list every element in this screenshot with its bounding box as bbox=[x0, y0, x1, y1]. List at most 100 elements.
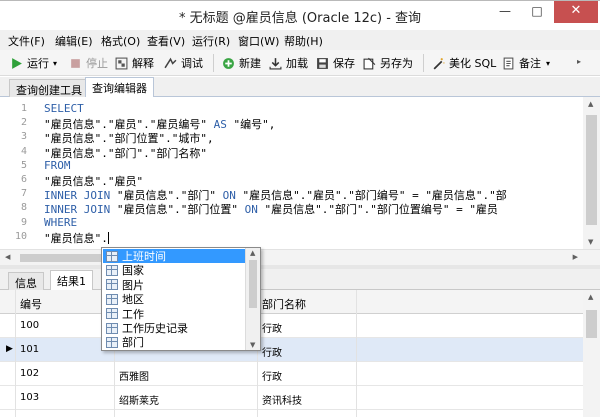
debug-button[interactable]: 调试 bbox=[164, 55, 203, 71]
menu-window[interactable]: 窗口(W) bbox=[238, 33, 279, 49]
table-cell[interactable]: 103 bbox=[20, 392, 39, 403]
table-icon bbox=[106, 308, 118, 320]
notes-label: 备注 bbox=[519, 57, 541, 70]
autocomplete-item[interactable]: 工作历史记录 bbox=[103, 321, 245, 335]
scroll-up-icon[interactable]: ▲ bbox=[588, 293, 593, 301]
toolbar-overflow-icon[interactable]: ▸ bbox=[577, 57, 581, 66]
tab-info[interactable]: 信息 bbox=[8, 272, 44, 290]
new-button[interactable]: 新建 bbox=[222, 55, 261, 71]
scroll-down-icon[interactable]: ▼ bbox=[588, 238, 593, 246]
column-divider bbox=[15, 290, 16, 417]
explain-label: 解释 bbox=[132, 57, 154, 70]
sql-keyword: AS bbox=[213, 118, 227, 132]
scrollbar-thumb[interactable] bbox=[586, 115, 597, 225]
beautify-sql-label: 美化 SQL bbox=[449, 57, 497, 70]
debug-label: 调试 bbox=[181, 57, 203, 70]
column-header-id[interactable]: 编号 bbox=[20, 296, 42, 312]
table-cell[interactable]: 行政 bbox=[262, 320, 282, 335]
code-line[interactable]: FROM bbox=[44, 159, 71, 172]
explain-button[interactable]: 解释 bbox=[115, 55, 154, 71]
autocomplete-item[interactable]: 国家 bbox=[103, 263, 245, 277]
save-as-button[interactable]: 另存为 bbox=[363, 55, 413, 71]
autocomplete-item[interactable]: 部门 bbox=[103, 335, 245, 349]
table-cell[interactable]: 绍斯莱克 bbox=[119, 392, 159, 407]
sql-text: "雇员信息"."雇员"."雇员编号" bbox=[44, 118, 214, 132]
table-cell[interactable]: 资讯科技 bbox=[262, 392, 302, 407]
text-cursor bbox=[107, 231, 109, 244]
menu-edit[interactable]: 编辑(E) bbox=[55, 33, 93, 49]
beautify-sql-button[interactable]: 美化 SQL bbox=[432, 55, 496, 71]
scroll-up-icon[interactable]: ▲ bbox=[588, 100, 593, 108]
editor-horizontal-scrollbar[interactable]: ◀ ▶ bbox=[0, 249, 600, 265]
scroll-left-icon[interactable]: ◀ bbox=[5, 253, 10, 261]
table-cell[interactable]: 101 bbox=[20, 344, 39, 355]
menu-format[interactable]: 格式(O) bbox=[101, 33, 140, 49]
table-row[interactable]: 102 西雅图 行政 bbox=[0, 362, 583, 386]
table-row[interactable]: ▶ 101 行政 bbox=[0, 338, 583, 362]
autocomplete-item[interactable]: 上班时间 bbox=[103, 249, 245, 263]
save-button[interactable]: 保存 bbox=[316, 55, 355, 71]
table-row[interactable]: 104绍斯莱克资讯科技 bbox=[0, 410, 583, 417]
autocomplete-popup: 上班时间 国家 图片 地区 工作 工作历史记录 部门 ▲ ▼ bbox=[101, 247, 261, 351]
sql-keyword: SELECT bbox=[44, 102, 84, 115]
autocomplete-item[interactable]: 图片 bbox=[103, 278, 245, 292]
sql-keyword: ON bbox=[222, 189, 236, 203]
table-icon bbox=[106, 293, 118, 305]
save-as-label: 另存为 bbox=[380, 57, 413, 70]
sql-text: "雇员信息"."部门位置" bbox=[110, 203, 245, 217]
minimize-button[interactable]: — bbox=[490, 1, 520, 23]
stop-button[interactable]: 停止 bbox=[69, 55, 108, 71]
table-cell[interactable]: 100 bbox=[20, 320, 39, 331]
table-row[interactable]: 100 行政 bbox=[0, 314, 583, 338]
autocomplete-item[interactable]: 地区 bbox=[103, 292, 245, 306]
maximize-button[interactable]: □ bbox=[522, 1, 552, 23]
column-header-department[interactable]: 部门名称 bbox=[262, 296, 306, 312]
debug-icon bbox=[164, 57, 177, 68]
scrollbar-thumb[interactable] bbox=[249, 260, 257, 308]
run-button[interactable]: 运行 ▾ bbox=[10, 55, 57, 71]
sql-keyword: WHERE bbox=[44, 215, 78, 229]
sql-text: "雇员信息"."部门" bbox=[110, 189, 223, 203]
scroll-right-icon[interactable]: ▶ bbox=[573, 253, 578, 261]
table-cell[interactable]: 行政 bbox=[262, 344, 282, 359]
menu-help[interactable]: 帮助(H) bbox=[284, 33, 323, 49]
code-line[interactable]: SELECT bbox=[44, 102, 84, 115]
sql-editor[interactable]: 1 2 3 4 5 6 7 8 9 10 SELECT "雇员信息"."雇员"."雇员编号" AS … bbox=[0, 97, 600, 249]
notes-button[interactable]: 备注 ▾ bbox=[502, 55, 550, 71]
editor-vertical-scrollbar[interactable]: ▲ ▼ bbox=[583, 97, 600, 249]
table-cell[interactable]: 行政 bbox=[262, 368, 282, 383]
sql-text: "雇员信息". bbox=[44, 231, 108, 245]
scrollbar-thumb[interactable] bbox=[586, 310, 597, 338]
scroll-down-icon[interactable]: ▼ bbox=[250, 341, 255, 349]
toolbar-separator bbox=[423, 54, 424, 72]
table-cell[interactable]: 西雅图 bbox=[119, 368, 149, 383]
line-number: 7 bbox=[20, 188, 27, 200]
code-line[interactable]: WHERE bbox=[44, 216, 77, 229]
result-tab-bar: 信息 结果1 bbox=[0, 269, 600, 291]
tab-result-1[interactable]: 结果1 bbox=[50, 270, 93, 291]
run-label: 运行 bbox=[27, 57, 49, 70]
current-row-indicator-icon: ▶ bbox=[6, 344, 13, 354]
code-line[interactable]: INNER JOIN "雇员信息"."部门位置" ON "雇员信息"."部门".… bbox=[44, 201, 498, 217]
menu-view[interactable]: 查看(V) bbox=[147, 33, 185, 49]
autocomplete-scrollbar[interactable]: ▲ ▼ bbox=[245, 248, 260, 350]
result-grid[interactable]: 编号 城市 部门名称 100 行政 ▶ 101 行政 102 西雅图 行政 103 绍斯莱克 资讯科… bbox=[0, 290, 583, 417]
run-dropdown-icon: ▾ bbox=[53, 58, 58, 68]
grid-vertical-scrollbar[interactable]: ▲ bbox=[583, 290, 600, 417]
grid-header: 编号 城市 部门名称 bbox=[0, 290, 583, 314]
tab-query-builder[interactable]: 查询创建工具 bbox=[9, 79, 89, 97]
table-icon bbox=[106, 336, 118, 348]
column-divider bbox=[356, 290, 357, 417]
autocomplete-item[interactable]: 工作 bbox=[103, 307, 245, 321]
close-button[interactable]: ✕ bbox=[554, 1, 598, 23]
code-line[interactable]: "雇员信息". bbox=[44, 230, 109, 246]
menu-run[interactable]: 运行(R) bbox=[192, 33, 230, 49]
load-icon bbox=[269, 57, 282, 69]
table-row[interactable]: 103 绍斯莱克 资讯科技 bbox=[0, 386, 583, 410]
tab-query-editor[interactable]: 查询编辑器 bbox=[85, 77, 154, 98]
load-button[interactable]: 加载 bbox=[269, 55, 308, 71]
scroll-up-icon[interactable]: ▲ bbox=[250, 249, 255, 257]
table-cell[interactable]: 102 bbox=[20, 368, 39, 379]
sql-text: "雇员信息"."部门位置"."城市", bbox=[44, 132, 214, 146]
menu-file[interactable]: 文件(F) bbox=[8, 33, 45, 49]
